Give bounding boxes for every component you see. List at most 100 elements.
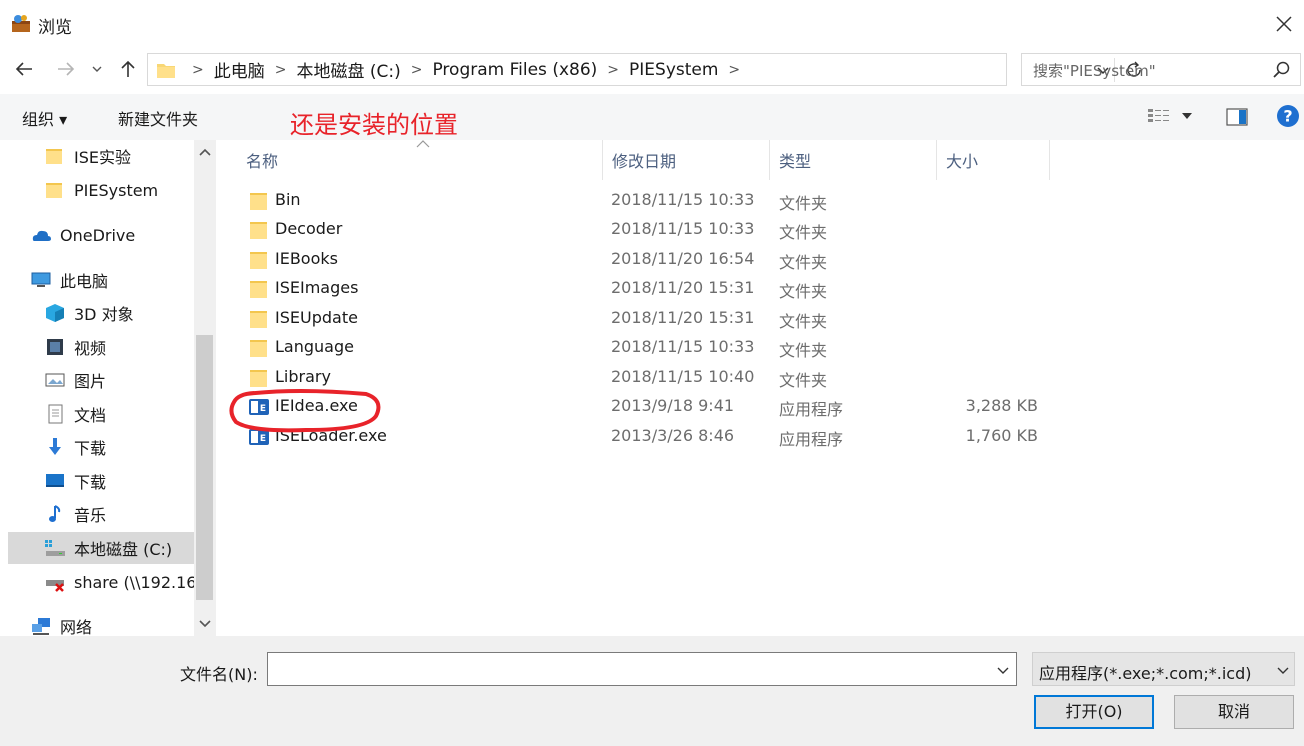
navigation-pane: ISE实验 PIESystem OneDrive 此电脑 3D 对象 视频 图片… [0, 140, 216, 637]
breadcrumb-piesystem[interactable]: PIESystem [629, 60, 718, 80]
column-header-date[interactable]: 修改日期 [612, 148, 676, 172]
file-type: 文件夹 [779, 223, 828, 242]
music-icon [49, 505, 61, 522]
file-date: 2013/3/26 8:46 [611, 426, 735, 445]
file-row-iseupdate[interactable]: ISEUpdate 2018/11/20 15:31 文件夹 [238, 304, 1078, 333]
download-icon [49, 438, 61, 455]
new-folder-button[interactable]: 新建文件夹 [118, 106, 198, 130]
document-icon [48, 404, 63, 424]
file-row-iebooks[interactable]: IEBooks 2018/11/20 16:54 文件夹 [238, 245, 1078, 274]
view-list-icon [1148, 109, 1169, 122]
red-circle-annotation [229, 389, 381, 433]
file-name: Library [275, 367, 331, 386]
breadcrumb-separator[interactable]: > [728, 62, 740, 78]
search-icon[interactable] [1272, 60, 1292, 80]
sidebar-item-label: 下载 [74, 473, 107, 492]
breadcrumb-local-disk[interactable]: 本地磁盘 (C:) [296, 57, 400, 82]
cloud-icon [32, 230, 51, 241]
recent-dropdown-icon[interactable] [89, 58, 105, 80]
sidebar-item-label: 音乐 [74, 506, 107, 525]
file-type: 文件夹 [779, 371, 828, 390]
sidebar-item-local-disk-c[interactable]: 本地磁盘 (C:) [8, 532, 194, 564]
column-header-size[interactable]: 大小 [946, 148, 978, 172]
folder-icon [250, 340, 267, 357]
file-row-language[interactable]: Language 2018/11/15 10:33 文件夹 [238, 333, 1078, 362]
sidebar-item-label: 此电脑 [60, 272, 109, 291]
folder-icon [46, 183, 62, 198]
address-bar[interactable]: > 此电脑 > 本地磁盘 (C:) > Program Files (x86) … [147, 53, 1141, 86]
file-date: 2018/11/15 10:33 [611, 337, 755, 356]
file-date: 2018/11/15 10:33 [611, 190, 755, 209]
scrollbar-thumb[interactable] [196, 335, 213, 600]
file-size: 1,760 KB [965, 426, 1038, 445]
network-icon [32, 618, 50, 635]
sort-ascending-icon [416, 140, 430, 148]
breadcrumb-separator[interactable]: > [275, 62, 287, 78]
command-bar: 组织 ▾ 新建文件夹 ? [0, 94, 1304, 140]
file-type: 应用程序 [779, 400, 844, 419]
folder-icon [250, 193, 267, 210]
filename-input[interactable] [267, 652, 1017, 686]
close-icon[interactable] [1272, 12, 1296, 36]
breadcrumb-program-files[interactable]: Program Files (x86) [432, 60, 597, 80]
sidebar-item-label: 3D 对象 [74, 305, 134, 324]
scroll-up-icon[interactable] [197, 146, 213, 158]
column-divider[interactable] [936, 140, 937, 180]
title-bar: 浏览 [0, 0, 1304, 48]
search-placeholder: 搜索"PIESystem" [1033, 62, 1156, 80]
file-name: ISEUpdate [275, 308, 358, 327]
forward-arrow-icon[interactable] [55, 58, 77, 80]
help-icon[interactable]: ? [1276, 104, 1300, 128]
sidebar-item-label: 文档 [74, 406, 107, 425]
breadcrumb-this-pc[interactable]: 此电脑 [214, 57, 265, 82]
picture-icon [45, 373, 65, 387]
drive-icon [45, 540, 65, 556]
file-size: 3,288 KB [965, 396, 1038, 415]
file-date: 2018/11/20 15:31 [611, 278, 755, 297]
chevron-down-icon[interactable] [995, 662, 1011, 678]
search-input[interactable]: 搜索"PIESystem" [1021, 53, 1301, 86]
file-row-bin[interactable]: Bin 2018/11/15 10:33 文件夹 [238, 186, 1078, 215]
sidebar-item-label: 视频 [74, 339, 107, 358]
open-button[interactable]: 打开(O) [1034, 695, 1154, 729]
desktop-icon [46, 474, 64, 487]
network-drive-icon [46, 580, 64, 592]
sidebar-item-share[interactable]: share (\\192.16 [44, 566, 194, 598]
chevron-down-icon[interactable] [1275, 662, 1291, 678]
file-type: 文件夹 [779, 282, 828, 301]
folder-icon [46, 149, 62, 164]
sidebar-item-label: 网络 [60, 618, 93, 637]
sidebar-item-label: PIESystem [74, 180, 159, 200]
file-date: 2018/11/15 10:33 [611, 219, 755, 238]
breadcrumb-separator[interactable]: > [192, 62, 204, 78]
red-annotation-text: 还是安装的位置 [290, 111, 458, 139]
file-row-decoder[interactable]: Decoder 2018/11/15 10:33 文件夹 [238, 215, 1078, 244]
cancel-button[interactable]: 取消 [1174, 695, 1294, 729]
file-date: 2018/11/15 10:40 [611, 367, 755, 386]
file-date: 2013/9/18 9:41 [611, 396, 735, 415]
column-divider[interactable] [769, 140, 770, 180]
sidebar-item-label: 图片 [74, 372, 107, 391]
folder-icon [250, 252, 267, 269]
file-type: 文件夹 [779, 341, 828, 360]
folder-icon [250, 311, 267, 328]
scroll-down-icon[interactable] [197, 618, 213, 630]
folder-icon [250, 281, 267, 298]
organize-button[interactable]: 组织 ▾ [22, 106, 67, 130]
column-divider[interactable] [1049, 140, 1050, 180]
file-row-iseimages[interactable]: ISEImages 2018/11/20 15:31 文件夹 [238, 274, 1078, 303]
column-header-name[interactable]: 名称 [246, 148, 278, 172]
column-header-type[interactable]: 类型 [779, 148, 811, 172]
file-type: 文件夹 [779, 194, 828, 213]
back-arrow-icon[interactable] [13, 58, 35, 80]
svg-text:?: ? [1283, 107, 1292, 126]
filetype-select[interactable]: 应用程序(*.exe;*.com;*.icd) [1032, 652, 1295, 686]
file-name: IEBooks [275, 249, 338, 268]
breadcrumb-separator[interactable]: > [411, 62, 423, 78]
breadcrumb-separator[interactable]: > [607, 62, 619, 78]
up-arrow-icon[interactable] [117, 58, 139, 80]
view-options-button[interactable] [1147, 107, 1193, 125]
column-divider[interactable] [602, 140, 603, 180]
preview-pane-icon[interactable] [1226, 108, 1248, 126]
sidebar-item-label: OneDrive [60, 225, 136, 245]
